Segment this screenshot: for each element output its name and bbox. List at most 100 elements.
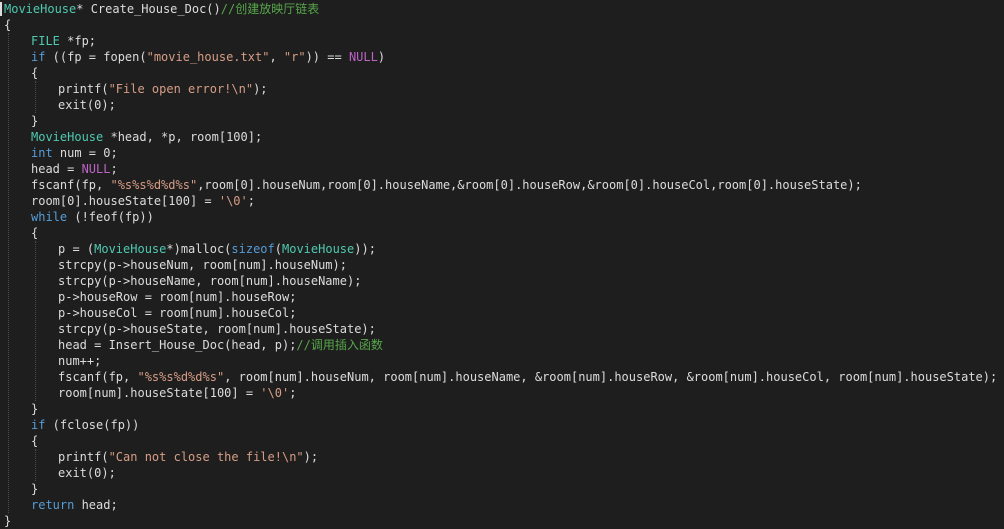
code-line[interactable]: } xyxy=(4,513,11,529)
code-line[interactable]: { xyxy=(31,65,38,81)
code-line[interactable]: } xyxy=(31,481,38,497)
code-token: MovieHouse xyxy=(4,2,77,16)
code-token: } xyxy=(4,514,12,528)
code-line[interactable]: { xyxy=(4,17,11,33)
code-token: head; xyxy=(74,498,118,512)
code-editor[interactable]: MovieHouse* Create_House_Doc()//创建放映厅链表{… xyxy=(0,0,1004,529)
code-token: '\0' xyxy=(260,386,290,400)
code-line[interactable]: strcpy(p->houseNum, room[num].houseNum); xyxy=(58,257,347,273)
code-line[interactable]: fscanf(fp, "%s%s%d%d%s", room[num].house… xyxy=(58,369,997,385)
code-token: { xyxy=(31,434,39,448)
code-token: //调用插入函数 xyxy=(296,338,383,352)
code-token: NULL xyxy=(348,50,378,64)
code-line[interactable]: if (fclose(fp)) xyxy=(31,417,139,433)
code-token: { xyxy=(31,226,39,240)
code-token: if xyxy=(31,418,46,432)
code-token: ((fp = fopen( xyxy=(45,50,147,64)
code-token: { xyxy=(31,66,39,80)
code-token: int xyxy=(31,146,53,160)
code-token: MovieHouse xyxy=(282,242,355,256)
code-token: ,room[0].houseNum,room[0].houseName,&roo… xyxy=(197,178,862,192)
code-token: sizeof xyxy=(231,242,275,256)
code-token: strcpy(p->houseNum, room[num].houseNum); xyxy=(58,258,347,272)
code-line[interactable]: strcpy(p->houseState, room[num].houseSta… xyxy=(58,321,376,337)
indent-guide xyxy=(8,33,9,513)
code-token: printf( xyxy=(58,82,109,96)
code-token: strcpy(p->houseName, room[num].houseName… xyxy=(58,274,362,288)
code-token: "Can not close the file!\n" xyxy=(108,450,304,464)
code-token: FILE xyxy=(31,34,60,48)
code-token: *)malloc( xyxy=(166,242,232,256)
code-token: { xyxy=(4,18,12,32)
code-line[interactable]: room[num].houseState[100] = '\0'; xyxy=(58,385,296,401)
code-token: NULL xyxy=(81,162,111,176)
code-line[interactable]: p = (MovieHouse*)malloc(sizeof(MovieHous… xyxy=(58,241,376,257)
code-line[interactable]: MovieHouse *head, *p, room[100]; xyxy=(31,129,262,145)
code-token: , xyxy=(269,50,284,64)
code-token: } xyxy=(31,402,39,416)
code-line[interactable]: head = NULL; xyxy=(31,161,118,177)
code-token: * Create_House_Doc() xyxy=(76,2,221,16)
code-line[interactable]: { xyxy=(31,433,38,449)
code-token: ); xyxy=(253,82,268,96)
code-token: } xyxy=(31,114,39,128)
code-token: ; xyxy=(110,162,118,176)
code-token: room[num].houseState[100] = xyxy=(58,386,261,400)
code-line[interactable]: exit(0); xyxy=(58,97,116,113)
code-line[interactable]: return head; xyxy=(31,497,118,513)
code-token: "movie_house.txt" xyxy=(146,50,270,64)
code-token: if xyxy=(31,50,46,64)
code-token: fscanf(fp, xyxy=(58,370,138,384)
code-line[interactable]: while (!feof(fp)) xyxy=(31,209,154,225)
code-token: printf( xyxy=(58,450,109,464)
code-line[interactable]: head = Insert_House_Doc(head, p);//调用插入函… xyxy=(58,337,383,353)
code-line[interactable]: printf("Can not close the file!\n"); xyxy=(58,449,318,465)
code-line[interactable]: fscanf(fp, "%s%s%d%d%s",room[0].houseNum… xyxy=(31,177,862,193)
code-token: exit(0); xyxy=(58,98,116,112)
code-line[interactable]: exit(0); xyxy=(58,465,116,481)
code-token: "%s%s%d%d%s" xyxy=(110,178,198,192)
code-token: MovieHouse xyxy=(31,130,104,144)
code-token: ; xyxy=(289,386,297,400)
code-token: ( xyxy=(274,242,282,256)
code-token: return xyxy=(31,498,75,512)
text-cursor xyxy=(0,2,2,16)
code-token: (fclose(fp)) xyxy=(45,418,140,432)
code-token: "%s%s%d%d%s" xyxy=(137,370,225,384)
code-token: //创建放映厅链表 xyxy=(220,2,320,16)
code-line[interactable]: int num = 0; xyxy=(31,145,118,161)
code-token: head = Insert_House_Doc(head, p); xyxy=(58,338,297,352)
code-line[interactable]: if ((fp = fopen("movie_house.txt", "r"))… xyxy=(31,49,385,65)
code-line[interactable]: num++; xyxy=(58,353,101,369)
code-token: ); xyxy=(303,450,319,464)
code-token: *head, *p, room[100]; xyxy=(103,130,263,144)
code-line[interactable]: } xyxy=(31,401,38,417)
code-token: ; xyxy=(247,194,255,208)
indent-guide xyxy=(35,449,36,481)
code-token: "File open error!\n" xyxy=(108,82,254,96)
code-token: ) xyxy=(377,50,386,64)
code-line[interactable]: FILE *fp; xyxy=(31,33,96,49)
code-token: num++; xyxy=(58,354,102,368)
code-token: )); xyxy=(354,242,376,256)
code-token: num = 0; xyxy=(52,146,118,160)
code-token: fscanf(fp, xyxy=(31,178,111,192)
code-token: p = ( xyxy=(58,242,95,256)
code-token: , room[num].houseNum, room[num].houseNam… xyxy=(224,370,998,384)
code-token: strcpy(p->houseState, room[num].houseSta… xyxy=(58,322,376,336)
code-line[interactable]: room[0].houseState[100] = '\0'; xyxy=(31,193,255,209)
code-token: room[0].houseState[100] = xyxy=(31,194,219,208)
code-token: '\0' xyxy=(218,194,248,208)
code-token: )) == xyxy=(305,50,349,64)
code-line[interactable]: printf("File open error!\n"); xyxy=(58,81,268,97)
code-line[interactable]: } xyxy=(31,113,38,129)
indent-guide xyxy=(35,241,36,401)
code-line[interactable]: p->houseRow = room[num].houseRow; xyxy=(58,289,296,305)
code-line[interactable]: p->houseCol = room[num].houseCol; xyxy=(58,305,296,321)
code-line[interactable]: strcpy(p->houseName, room[num].houseName… xyxy=(58,273,361,289)
code-token: *fp; xyxy=(59,34,97,48)
code-line[interactable]: MovieHouse* Create_House_Doc()//创建放映厅链表 xyxy=(4,1,319,17)
code-token: while xyxy=(31,210,68,224)
code-token: "r" xyxy=(283,50,306,64)
code-line[interactable]: { xyxy=(31,225,38,241)
